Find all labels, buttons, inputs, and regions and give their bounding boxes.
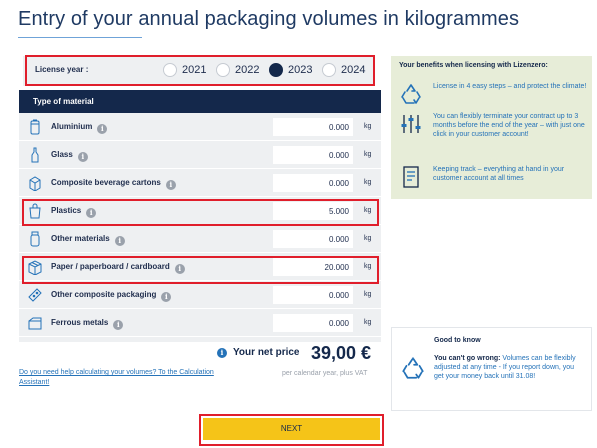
sliders-icon xyxy=(401,115,421,133)
glass-input[interactable] xyxy=(273,146,353,164)
table-row-glass: Glassi kg xyxy=(19,141,381,169)
calculation-assistant-link[interactable]: Do you need help calculating your volume… xyxy=(19,368,219,388)
good-to-know-box: Good to know You can't go wrong: Volumes… xyxy=(391,327,592,411)
material-label: Aluminium i xyxy=(51,122,108,134)
info-icon[interactable]: i xyxy=(114,236,125,246)
benefit-text: Keeping track – everything at hand in yo… xyxy=(433,166,565,182)
table-header: Type of material xyxy=(19,90,381,113)
license-year-highlight xyxy=(25,55,375,86)
aluminium-input[interactable] xyxy=(273,118,353,136)
good-to-know-title: Good to know xyxy=(434,337,481,344)
good-to-know-bold: You can't go wrong: xyxy=(434,355,501,362)
recycle-icon xyxy=(401,84,421,104)
page-title: Entry of your annual packaging volumes i… xyxy=(18,8,520,30)
table-row-composite-cartons: Composite beverage cartonsi kg xyxy=(19,169,381,197)
unit-label: kg xyxy=(364,179,372,186)
price-info-icon[interactable]: i xyxy=(217,348,227,358)
unit-label: kg xyxy=(364,235,372,242)
bottle-icon xyxy=(31,147,39,163)
table-row-aluminium: Aluminiumi kg xyxy=(19,113,381,141)
good-to-know-text: You can't go wrong: Volumes can be flexi… xyxy=(434,354,584,381)
info-icon[interactable]: i xyxy=(165,180,176,190)
info-icon[interactable]: i xyxy=(113,320,124,330)
unit-label: kg xyxy=(364,151,372,158)
table-row-ferrous-metals: Ferrous metalsi kg xyxy=(19,309,381,337)
material-label: Composite beverage cartons i xyxy=(51,178,176,190)
unit-label: kg xyxy=(364,319,372,326)
next-button-highlight xyxy=(199,414,384,446)
table-row-other-materials: Other materialsi kg xyxy=(19,225,381,253)
info-icon[interactable]: i xyxy=(97,124,108,134)
unit-label: kg xyxy=(364,291,372,298)
unit-label: kg xyxy=(364,123,372,130)
can-icon xyxy=(30,119,40,135)
price-note: per calendar year, plus VAT xyxy=(282,370,368,377)
title-underline xyxy=(18,37,142,38)
paper-highlight xyxy=(22,256,379,284)
ferrous-metals-input[interactable] xyxy=(273,314,353,332)
material-label: Other materials i xyxy=(51,234,125,246)
material-label: Ferrous metals i xyxy=(51,318,124,330)
plastics-highlight xyxy=(22,199,379,226)
benefit-text: You can flexibly terminate your contract… xyxy=(433,113,585,138)
jar-icon xyxy=(30,231,40,247)
other-composite-input[interactable] xyxy=(273,286,353,304)
net-price-label: Your net price xyxy=(233,347,300,358)
net-price-value: 39,00 € xyxy=(311,343,372,363)
other-materials-input[interactable] xyxy=(273,230,353,248)
benefit-text: License in 4 easy steps – and protect th… xyxy=(433,83,587,90)
info-icon[interactable]: i xyxy=(77,152,88,162)
info-icon[interactable]: i xyxy=(161,292,172,302)
carton-icon xyxy=(29,176,41,191)
tin-can-icon xyxy=(28,317,42,330)
material-label: Glass i xyxy=(51,150,88,162)
composite-cartons-input[interactable] xyxy=(273,174,353,192)
recycle-icon xyxy=(402,357,424,379)
blister-pack-icon xyxy=(28,288,42,302)
material-label: Other composite packaging i xyxy=(51,290,172,302)
benefits-panel: Your benefits when licensing with Lizenz… xyxy=(391,56,592,199)
table-row-other-composite: Other composite packagingi kg xyxy=(19,281,381,309)
document-icon xyxy=(403,166,419,188)
benefits-title: Your benefits when licensing with Lizenz… xyxy=(399,62,548,69)
